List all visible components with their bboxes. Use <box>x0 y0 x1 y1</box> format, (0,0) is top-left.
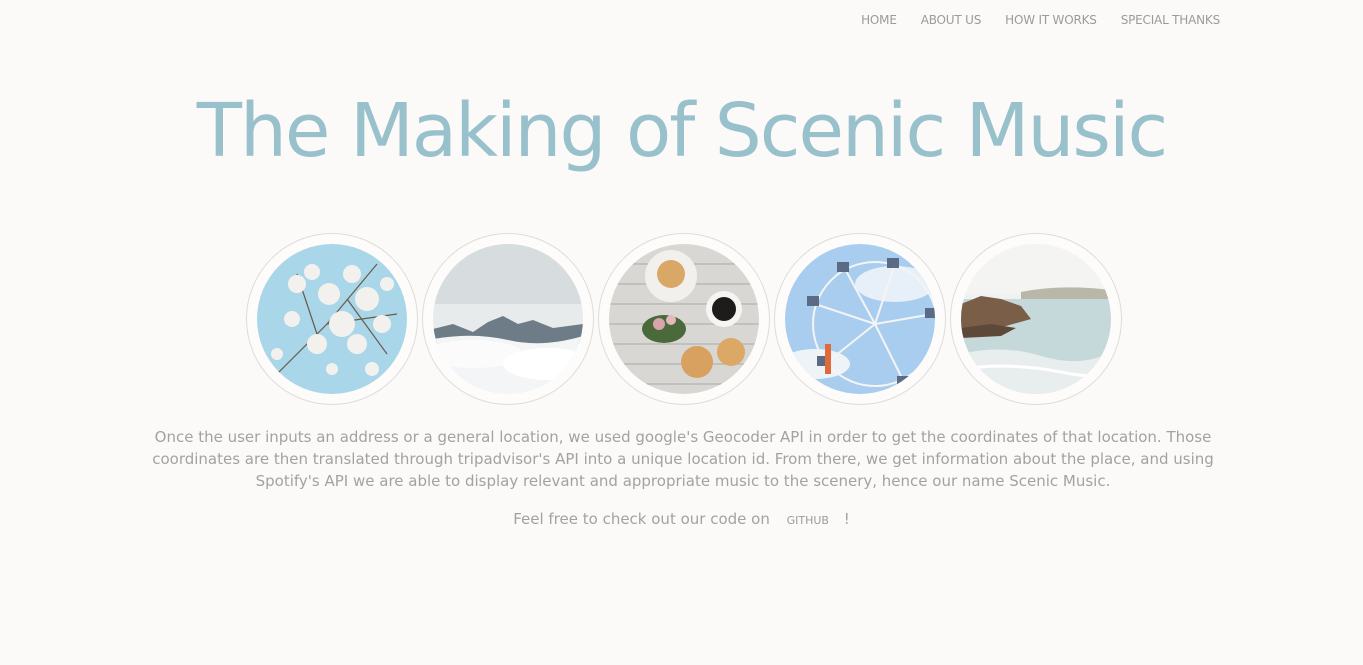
github-link[interactable]: GITHUB <box>787 514 829 527</box>
coastline-photo <box>961 244 1111 394</box>
call-to-action: Feel free to check out our code on GITHU… <box>0 510 1363 528</box>
top-nav: HOME ABOUT US HOW IT WORKS SPECIAL THANK… <box>861 13 1220 27</box>
photo-frame <box>422 233 594 405</box>
mountains-clouds-photo <box>433 244 583 394</box>
coffee-pastries-photo <box>609 244 759 394</box>
cta-text: Feel free to check out our code on <box>513 510 770 528</box>
description-text: Once the user inputs an address or a gen… <box>152 428 1214 490</box>
nav-special-thanks-link[interactable]: SPECIAL THANKS <box>1121 13 1220 27</box>
nav-home-link[interactable]: HOME <box>861 13 897 27</box>
cherry-blossom-photo <box>257 244 407 394</box>
photo-frame <box>950 233 1122 405</box>
photo-frame <box>774 233 946 405</box>
photo-frame <box>598 233 770 405</box>
ferris-wheel-photo <box>785 244 935 394</box>
photo-gallery <box>246 233 1122 405</box>
nav-about-link[interactable]: ABOUT US <box>921 13 982 27</box>
photo-frame <box>246 233 418 405</box>
page-title: The Making of Scenic Music <box>196 88 1168 174</box>
cta-suffix: ! <box>843 510 850 528</box>
nav-how-it-works-link[interactable]: HOW IT WORKS <box>1005 13 1097 27</box>
